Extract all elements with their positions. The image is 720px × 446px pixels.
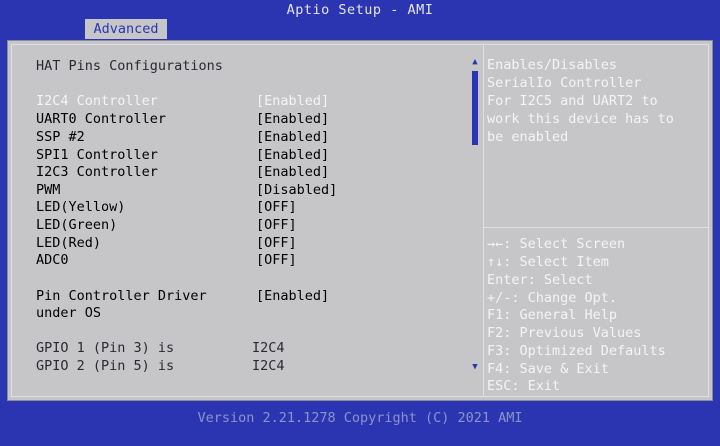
setting-label: LED(Green)	[36, 217, 118, 233]
setting-label: SPI1 Controller	[36, 147, 158, 163]
setting-value[interactable]: [Enabled]	[256, 147, 329, 164]
key-hint-select-item: ↑↓: Select Item	[487, 254, 609, 270]
setting-label: SSP #2	[36, 129, 85, 145]
help-text-line: be enabled	[487, 129, 569, 145]
setting-value[interactable]: [Enabled]	[256, 288, 329, 305]
setting-label: PWM	[36, 182, 61, 198]
setting-value[interactable]: [Enabled]	[256, 93, 329, 110]
key-hint-select-screen: →←: Select Screen	[487, 236, 626, 252]
setting-label: UART0 Controller	[36, 111, 167, 127]
setting-label: I2C3 Controller	[36, 164, 158, 180]
setting-label: ADC0	[36, 252, 69, 268]
setting-value[interactable]: [OFF]	[256, 217, 297, 234]
key-hint-exit: ESC: Exit	[487, 378, 561, 394]
key-hint-enter: Enter: Select	[487, 272, 593, 288]
setting-label: LED(Red)	[36, 235, 102, 251]
setting-value[interactable]: [Enabled]	[256, 164, 329, 181]
setting-value[interactable]: [Disabled]	[256, 182, 337, 199]
key-hint-optimized-defaults: F3: Optimized Defaults	[487, 343, 666, 359]
setup-title: Aptio Setup - AMI	[286, 2, 434, 18]
version-footer: Version 2.21.1278 Copyright (C) 2021 AMI	[197, 410, 523, 426]
help-text-line: SerialIo Controller	[487, 75, 642, 91]
gpio-label: GPIO 2 (Pin 5) is	[36, 358, 175, 374]
help-text-line: work this device has to	[487, 111, 674, 127]
triangle-up-icon[interactable]: ▲	[470, 57, 480, 67]
setting-label: LED(Yellow)	[36, 199, 126, 215]
panel-divider	[483, 44, 484, 397]
gpio-value: I2C4	[252, 340, 285, 356]
main-frame: HAT Pins Configurations I2C4 Controller …	[7, 40, 713, 401]
page-heading: HAT Pins Configurations	[36, 58, 223, 74]
scrollbar[interactable]: ▲ ▼	[470, 57, 480, 372]
setting-value[interactable]: [Enabled]	[256, 129, 329, 146]
setting-label: Pin Controller Driver	[36, 288, 207, 304]
scroll-thumb[interactable]	[472, 71, 478, 145]
key-hint-previous-values: F2: Previous Values	[487, 325, 642, 341]
key-hint-general-help: F1: General Help	[487, 307, 618, 323]
gpio-value: I2C4	[252, 358, 285, 374]
help-divider	[484, 227, 709, 228]
key-hint-change-opt: +/-: Change Opt.	[487, 290, 618, 306]
help-text-line: For I2C5 and UART2 to	[487, 93, 658, 109]
setting-value[interactable]: [Enabled]	[256, 111, 329, 128]
setting-label: under OS	[36, 305, 102, 321]
setting-value[interactable]: [OFF]	[256, 199, 297, 216]
setting-value[interactable]: [OFF]	[256, 252, 297, 269]
triangle-down-icon[interactable]: ▼	[470, 362, 480, 372]
setting-value[interactable]: [OFF]	[256, 235, 297, 252]
gpio-label: GPIO 1 (Pin 3) is	[36, 340, 175, 356]
tab-advanced[interactable]: Advanced	[85, 19, 167, 39]
help-text-line: Enables/Disables	[487, 57, 618, 73]
setting-label: I2C4 Controller	[36, 93, 158, 109]
key-hint-save-exit: F4: Save & Exit	[487, 361, 609, 377]
